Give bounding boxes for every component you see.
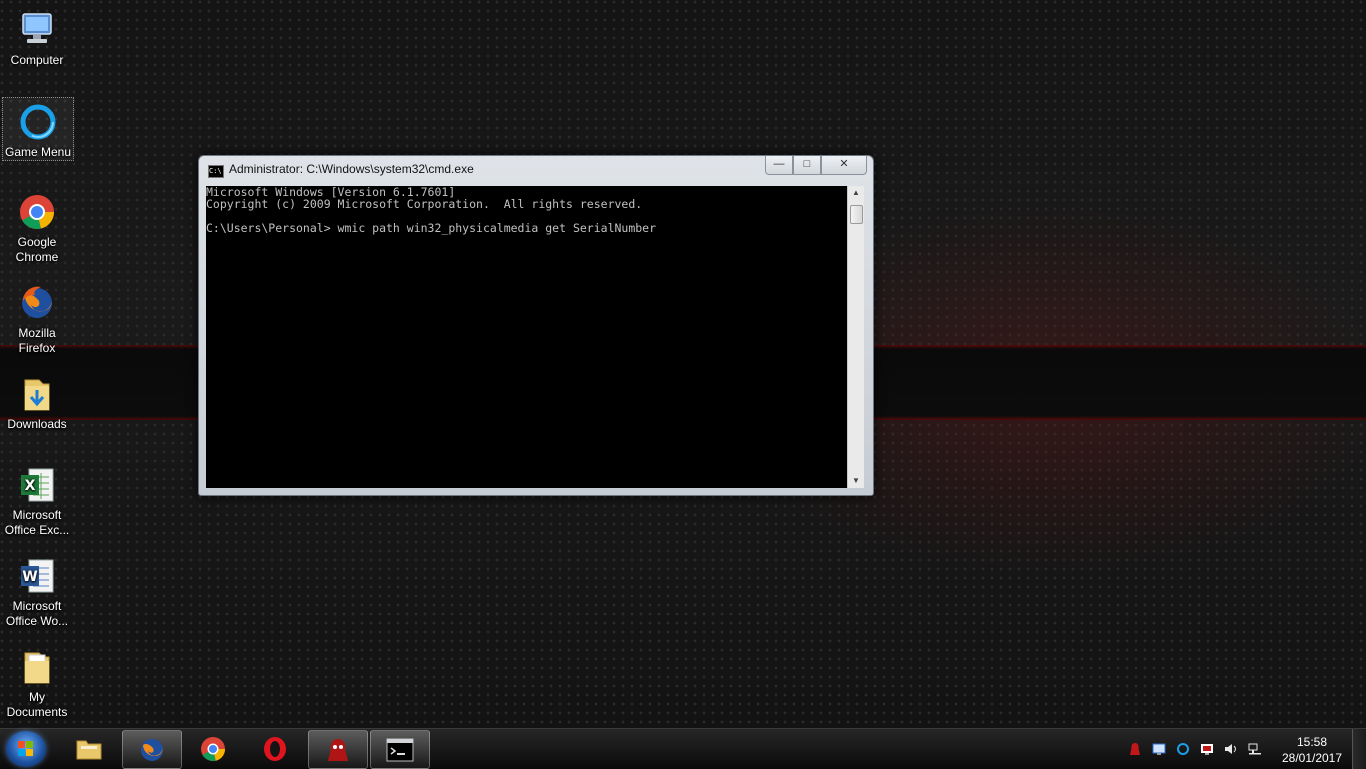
console-output[interactable]: Microsoft Windows [Version 6.1.7601] Cop… <box>206 186 847 488</box>
cmd-icon: C:\ <box>208 165 224 178</box>
volume-icon[interactable] <box>1224 742 1238 756</box>
svg-text:X: X <box>25 478 36 494</box>
taskbar-game-button[interactable] <box>308 730 368 769</box>
desktop-icon-downloads[interactable]: Downloads <box>2 370 72 432</box>
desktop-icon-label: Game Menu <box>4 145 72 159</box>
console-line: Copyright (c) 2009 Microsoft Corporation… <box>206 197 643 211</box>
firefox-icon <box>17 283 57 323</box>
taskbar-cmd-button[interactable] <box>370 730 430 769</box>
desktop-icon-label: My Documents <box>6 690 68 719</box>
taskbar-explorer-button[interactable] <box>60 730 118 767</box>
clock-date: 28/01/2017 <box>1281 751 1343 765</box>
taskbar-chrome-button[interactable] <box>184 730 242 767</box>
taskbar-clock[interactable]: 15:58 28/01/2017 <box>1274 734 1350 766</box>
vertical-scrollbar[interactable]: ▲ ▼ <box>847 186 864 488</box>
desktop-icon-game-menu[interactable]: Game Menu <box>2 97 74 161</box>
cmd-window[interactable]: C:\ Administrator: C:\Windows\system32\c… <box>198 155 874 496</box>
minimize-button[interactable]: — <box>765 156 793 175</box>
taskbar-firefox-button[interactable] <box>122 730 182 769</box>
chrome-icon <box>199 735 227 763</box>
scroll-down-arrow-icon[interactable]: ▼ <box>848 474 864 488</box>
chrome-icon <box>17 192 57 232</box>
desktop-icon-label: Microsoft Office Wo... <box>5 599 69 628</box>
red-app-tray-icon[interactable] <box>1128 742 1142 756</box>
window-title: Administrator: C:\Windows\system32\cmd.e… <box>229 162 474 176</box>
clock-time: 15:58 <box>1296 735 1328 749</box>
desktop-icon-excel[interactable]: X Microsoft Office Exc... <box>2 461 72 538</box>
network-icon[interactable] <box>1248 742 1262 756</box>
close-button[interactable]: ✕ <box>821 156 867 175</box>
desktop-icon-label: Computer <box>10 53 64 67</box>
desktop-icon-word[interactable]: W Microsoft Office Wo... <box>2 552 72 629</box>
taskbar-opera-button[interactable] <box>246 730 304 767</box>
excel-icon: X <box>17 465 57 505</box>
taskbar: 15:58 28/01/2017 <box>0 728 1366 769</box>
desktop-icon-label: Downloads <box>7 417 67 431</box>
start-button[interactable] <box>6 731 46 767</box>
console-prompt-line: C:\Users\Personal> wmic path win32_physi… <box>206 221 657 235</box>
monitor-tray-icon[interactable] <box>1152 742 1166 756</box>
maximize-button[interactable]: □ <box>793 156 821 175</box>
desktop-icon-firefox[interactable]: Mozilla Firefox <box>2 279 72 356</box>
game-menu-tray-icon[interactable] <box>1176 742 1190 756</box>
downloads-folder-icon <box>17 374 57 414</box>
desktop-icon-label: Google Chrome <box>15 235 59 264</box>
windows-logo-icon <box>18 741 34 757</box>
desktop-icon-my-documents[interactable]: My Documents <box>2 643 72 720</box>
show-desktop-button[interactable] <box>1352 729 1366 769</box>
desktop-icon-computer[interactable]: Computer <box>2 6 72 68</box>
desktop-icon-label: Microsoft Office Exc... <box>4 508 70 537</box>
cmd-icon <box>386 736 414 764</box>
documents-folder-icon <box>17 647 57 687</box>
scroll-thumb[interactable] <box>850 205 863 224</box>
opera-icon <box>261 735 289 763</box>
flag-tray-icon[interactable] <box>1200 742 1214 756</box>
file-explorer-icon <box>75 735 103 763</box>
window-controls: — □ ✕ <box>765 156 867 176</box>
svg-text:W: W <box>22 569 37 585</box>
computer-icon <box>17 10 57 50</box>
word-icon: W <box>17 556 57 596</box>
game-app-icon <box>324 736 352 764</box>
scroll-up-arrow-icon[interactable]: ▲ <box>848 186 864 200</box>
desktop-icon-label: Mozilla Firefox <box>18 326 56 355</box>
window-titlebar[interactable]: C:\ Administrator: C:\Windows\system32\c… <box>199 156 873 184</box>
firefox-icon <box>138 736 166 764</box>
desktop-icon-chrome[interactable]: Google Chrome <box>2 188 72 265</box>
game-menu-icon <box>18 102 58 142</box>
